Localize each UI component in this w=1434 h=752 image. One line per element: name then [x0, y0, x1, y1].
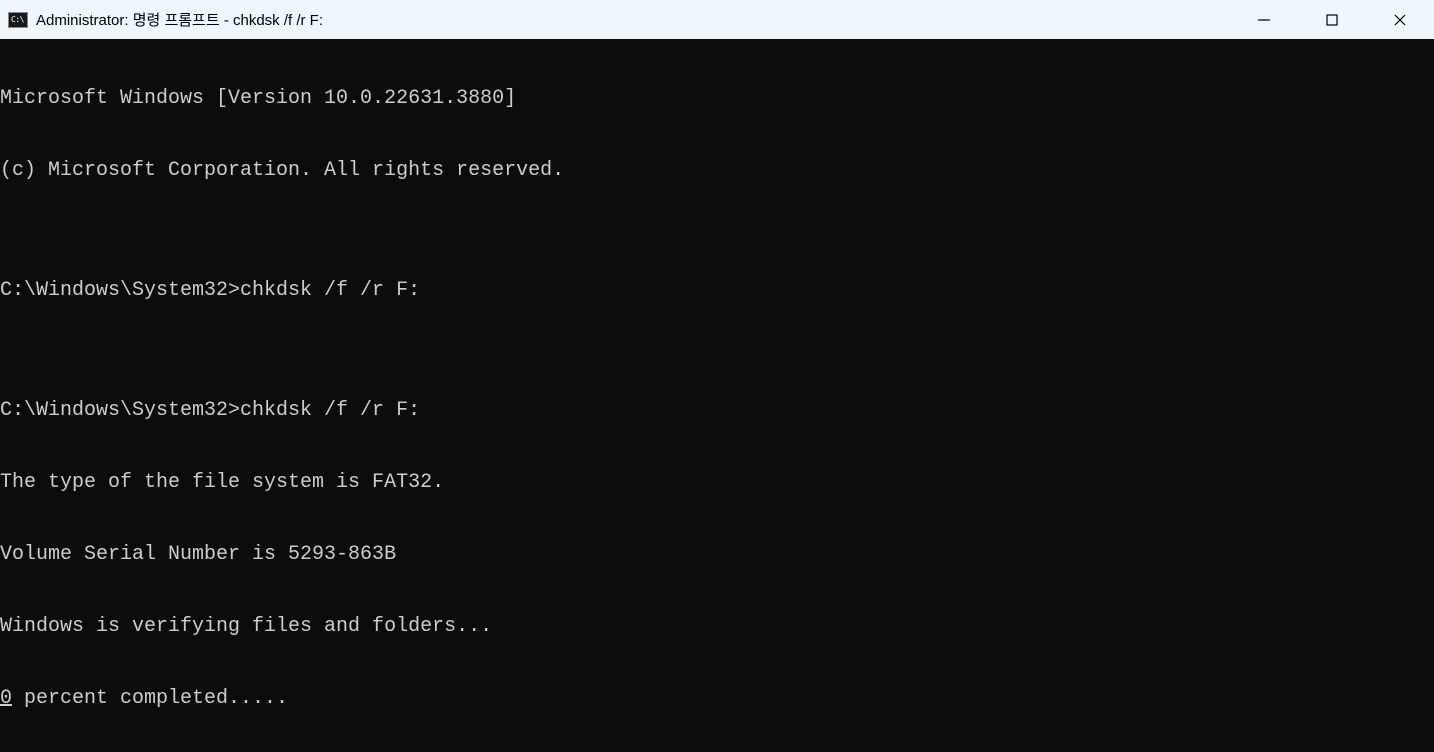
window-title: Administrator: 명령 프롬프트 - chkdsk /f /r F: — [36, 9, 1222, 30]
progress-text: percent completed..... — [12, 687, 288, 710]
terminal-line: C:\Windows\System32>chkdsk /f /r F: — [0, 399, 1434, 423]
close-icon — [1393, 13, 1407, 27]
close-button[interactable] — [1366, 0, 1434, 39]
titlebar: C:\ Administrator: 명령 프롬프트 - chkdsk /f /… — [0, 0, 1434, 39]
terminal-line: (c) Microsoft Corporation. All rights re… — [0, 159, 1434, 183]
terminal-line: Volume Serial Number is 5293-863B — [0, 543, 1434, 567]
maximize-icon — [1325, 13, 1339, 27]
terminal-line: C:\Windows\System32>chkdsk /f /r F: — [0, 279, 1434, 303]
terminal-line: Windows is verifying files and folders..… — [0, 615, 1434, 639]
minimize-button[interactable] — [1230, 0, 1298, 39]
window-controls — [1230, 0, 1434, 39]
progress-percent: 0 — [0, 687, 12, 710]
cmd-icon: C:\ — [8, 12, 28, 28]
minimize-icon — [1257, 13, 1271, 27]
cmd-icon-text: C:\ — [11, 15, 24, 24]
maximize-button[interactable] — [1298, 0, 1366, 39]
terminal-line: Microsoft Windows [Version 10.0.22631.38… — [0, 87, 1434, 111]
terminal-line: The type of the file system is FAT32. — [0, 471, 1434, 495]
terminal-progress-line: 0 percent completed..... — [0, 687, 1434, 711]
terminal-output[interactable]: Microsoft Windows [Version 10.0.22631.38… — [0, 39, 1434, 752]
